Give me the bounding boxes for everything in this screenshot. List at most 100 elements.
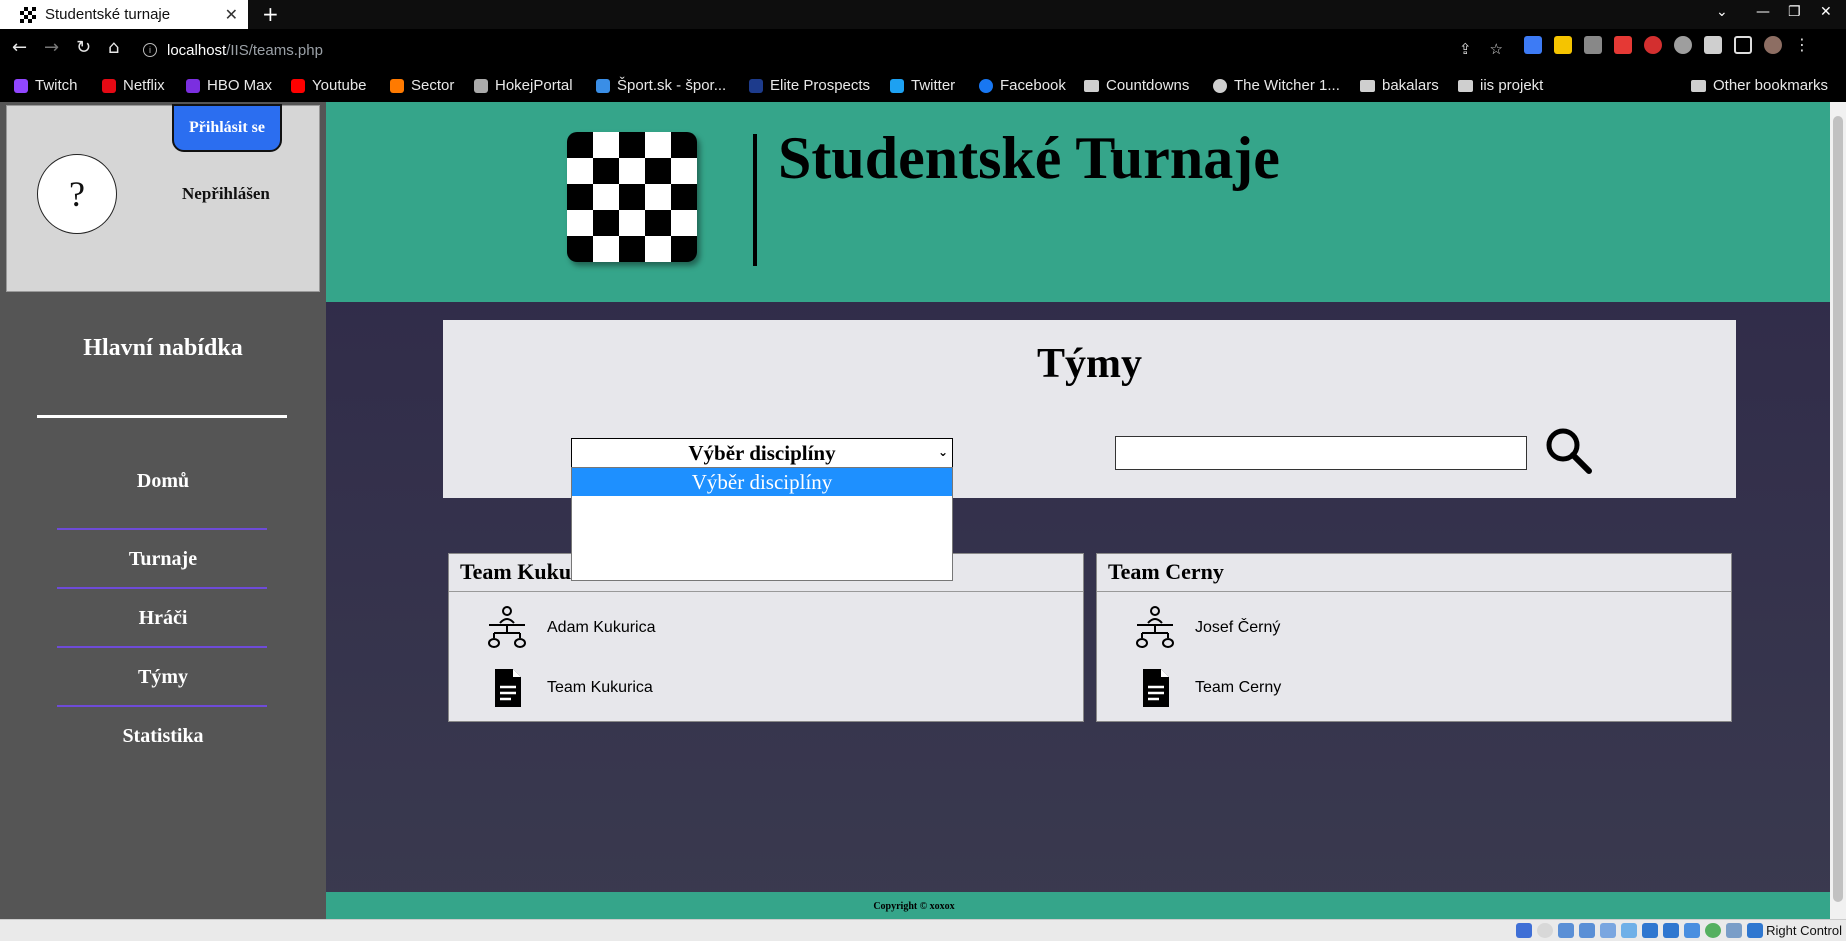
status-icon[interactable] (1642, 923, 1658, 938)
status-icon[interactable] (1684, 923, 1700, 938)
new-tab-icon[interactable]: + (262, 2, 279, 26)
menu-item-teams[interactable]: Týmy (0, 666, 326, 689)
team-document-row: Team Kukurica (485, 665, 653, 711)
home-icon[interactable]: ⌂ (108, 37, 119, 58)
menu-divider (57, 705, 267, 707)
discipline-select[interactable]: Výběr disciplíny ⌄ (571, 438, 953, 468)
search-icon[interactable] (1543, 425, 1593, 475)
side-panel-icon[interactable] (1734, 35, 1752, 54)
status-icon[interactable] (1705, 923, 1721, 938)
team-leader: Adam Kukurica (547, 619, 656, 636)
status-icon[interactable] (1747, 923, 1763, 938)
extension-icon[interactable] (1584, 35, 1602, 54)
tab-title: Studentské turnaje (45, 6, 171, 23)
page-title: Týmy (1037, 341, 1142, 387)
hierarchy-icon (488, 606, 526, 648)
hierarchy-icon (1136, 606, 1174, 648)
bookmark-hbomax[interactable]: HBO Max (186, 77, 272, 94)
extension-icon[interactable] (1614, 35, 1632, 54)
puzzle-icon[interactable] (1704, 35, 1722, 54)
folder-icon (1360, 79, 1375, 92)
minimize-icon[interactable]: — (1756, 4, 1770, 20)
close-tab-icon[interactable]: ✕ (225, 5, 238, 24)
status-tray (1516, 923, 1763, 938)
share-icon[interactable]: ⇪ (1459, 40, 1472, 58)
hbomax-icon (186, 78, 200, 93)
bookmark-folder-countdowns[interactable]: Countdowns (1084, 77, 1189, 94)
team-leader-row: Adam Kukurica (485, 605, 656, 651)
menu-item-statistics[interactable]: Statistika (0, 725, 326, 748)
scrollbar-thumb[interactable] (1833, 116, 1843, 902)
bookmark-netflix[interactable]: Netflix (102, 77, 165, 94)
document-icon (495, 669, 521, 707)
status-icon[interactable] (1621, 923, 1637, 938)
bookmark-twitch[interactable]: Twitch (14, 77, 78, 94)
avatar: ? (37, 154, 117, 234)
netflix-icon (102, 78, 116, 93)
team-document-link[interactable]: Team Cerny (1195, 679, 1281, 697)
twitter-icon (890, 78, 904, 93)
hokejportal-icon (474, 78, 488, 93)
forward-icon[interactable]: → (44, 37, 59, 58)
other-bookmarks[interactable]: Other bookmarks (1691, 77, 1828, 94)
bookmark-folder-bakalars[interactable]: bakalars (1360, 77, 1439, 94)
close-window-icon[interactable]: ✕ (1820, 4, 1832, 20)
menu-item-tournaments[interactable]: Turnaje (0, 548, 326, 571)
bookmark-witcher[interactable]: The Witcher 1... (1213, 77, 1340, 94)
tab-search-icon[interactable]: ⌄ (1716, 4, 1728, 20)
login-status: Nepřihlášen (182, 184, 270, 203)
extension-icon[interactable] (1674, 35, 1692, 54)
checkerboard-logo-icon (567, 132, 697, 262)
bookmark-hokejportal[interactable]: HokejPortal (474, 77, 573, 94)
search-input[interactable] (1115, 436, 1527, 470)
bookmark-facebook[interactable]: Facebook (979, 77, 1066, 94)
site-info-icon[interactable]: i (143, 43, 157, 57)
bookmark-twitter[interactable]: Twitter (890, 77, 955, 94)
maximize-icon[interactable]: ❐ (1788, 4, 1801, 20)
facebook-icon (979, 78, 993, 93)
bookmark-sport[interactable]: Šport.sk - špor... (596, 77, 726, 94)
status-icon[interactable] (1537, 923, 1553, 938)
youtube-icon (291, 78, 305, 93)
extension-icon[interactable] (1524, 35, 1542, 54)
dropdown-option[interactable]: Výběr disciplíny (572, 468, 952, 496)
team-leader: Josef Černý (1195, 619, 1281, 636)
profile-avatar[interactable] (1764, 35, 1782, 54)
reload-icon[interactable]: ↻ (76, 37, 91, 58)
team-card[interactable]: Team Cerny Josef Černý Team Cerny (1096, 553, 1732, 722)
address-bar[interactable]: i localhost /IIS/teams.php ⇪ ☆ (143, 35, 1503, 65)
menu-divider (37, 415, 287, 418)
eliteprospects-icon (749, 78, 763, 93)
browser-toolbar: ← → ↻ ⌂ i localhost /IIS/teams.php ⇪ ☆ ⋮ (0, 29, 1846, 71)
scrollbar[interactable] (1830, 102, 1846, 919)
status-icon[interactable] (1516, 923, 1532, 938)
team-leader-row: Josef Černý (1133, 605, 1280, 651)
menu-item-players[interactable]: Hráči (0, 607, 326, 630)
url-host: localhost (167, 41, 227, 59)
site-header: Studentské Turnaje (326, 102, 1830, 302)
sport-icon (596, 78, 610, 93)
team-document-link[interactable]: Team Kukurica (547, 679, 653, 697)
back-icon[interactable]: ← (12, 37, 27, 58)
status-icon[interactable] (1600, 923, 1616, 938)
extensions-bar: ⋮ (1524, 35, 1810, 54)
bookmark-folder-iis-projekt[interactable]: iis projekt (1458, 77, 1543, 94)
menu-kebab-icon[interactable]: ⋮ (1794, 35, 1810, 54)
bookmark-eliteprospects[interactable]: Elite Prospects (749, 77, 870, 94)
document-icon (1143, 669, 1169, 707)
status-icon[interactable] (1558, 923, 1574, 938)
sector-icon (390, 78, 404, 93)
browser-tab[interactable]: Studentské turnaje ✕ (0, 0, 248, 29)
bookmark-youtube[interactable]: Youtube (291, 77, 367, 94)
adblock-icon[interactable] (1644, 35, 1662, 54)
copyright: Copyright © xoxox (873, 901, 955, 912)
bookmark-sector[interactable]: Sector (390, 77, 454, 94)
login-button[interactable]: Přihlásit se (172, 104, 282, 152)
menu-item-home[interactable]: Domů (0, 470, 326, 493)
status-icon[interactable] (1579, 923, 1595, 938)
extension-icon[interactable] (1554, 35, 1572, 54)
bookmark-star-icon[interactable]: ☆ (1490, 40, 1503, 58)
status-icon[interactable] (1663, 923, 1679, 938)
team-document-row: Team Cerny (1133, 665, 1281, 711)
status-icon[interactable] (1726, 923, 1742, 938)
